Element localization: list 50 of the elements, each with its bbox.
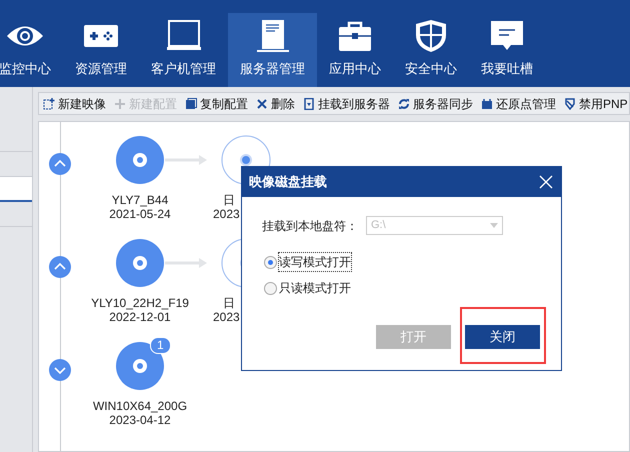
image-name: YLY10_22H2_F19: [91, 296, 189, 310]
drive-label: 挂载到本地盘符：: [262, 218, 359, 234]
chevron-up-icon[interactable]: [47, 151, 73, 177]
disc-icon[interactable]: [116, 136, 164, 184]
image-name: YLY7_B44: [112, 193, 168, 207]
close-icon[interactable]: [539, 175, 553, 189]
dialog-button[interactable]: 关闭: [465, 325, 540, 349]
image-name: 日: [223, 296, 235, 310]
arrow-icon: [165, 258, 209, 268]
toolbar-button[interactable]: 新建映像: [43, 94, 106, 112]
chevron-down-icon[interactable]: [47, 357, 73, 383]
nav-tab[interactable]: 安全中心: [393, 13, 469, 87]
image-date: 2023-04-12: [109, 413, 171, 427]
toolbar-button[interactable]: 挂载到服务器: [303, 94, 390, 112]
count-badge: 1: [150, 337, 171, 354]
image-date: 2023: [213, 207, 240, 221]
mount-icon: [303, 98, 315, 110]
toolbar-button[interactable]: 还原点管理: [481, 94, 556, 112]
delete-icon: [256, 98, 268, 110]
radio-button[interactable]: [264, 282, 277, 294]
toolbar-button[interactable]: 服务器同步: [398, 94, 473, 112]
caret-icon: [490, 223, 498, 228]
nav-tab[interactable]: 服务器管理: [228, 13, 317, 87]
arrow-icon: [165, 155, 209, 165]
plus-icon: [114, 98, 126, 110]
image-date: 2022-12-01: [109, 310, 171, 324]
restore-icon: [481, 98, 493, 110]
radio-option[interactable]: 只读模式打开: [264, 279, 561, 297]
nav-tab[interactable]: 客户机管理: [139, 13, 228, 87]
image-name: 日: [223, 193, 235, 207]
nav-tab[interactable]: 我要吐槽: [469, 13, 545, 87]
radio-button[interactable]: [264, 256, 277, 268]
image-date: 2023: [213, 310, 240, 324]
toolbar-button[interactable]: 删除: [256, 94, 295, 112]
copy-icon: [185, 98, 197, 110]
sidebar-item[interactable]: [0, 177, 32, 202]
image-name: WIN10X64_200G: [92, 399, 188, 413]
new-image-icon: [43, 98, 55, 110]
nav-tab[interactable]: 资源管理: [63, 13, 139, 87]
nav-tab[interactable]: 应用中心: [317, 13, 393, 87]
radio-option[interactable]: 读写模式打开: [264, 253, 561, 271]
toolbar-button[interactable]: 复制配置: [185, 94, 248, 112]
chevron-up-icon[interactable]: [47, 254, 73, 280]
disc-icon[interactable]: [116, 239, 164, 287]
dialog-title-bar: 映像磁盘挂载: [242, 167, 561, 197]
pnp-icon: [564, 98, 576, 110]
toolbar-button[interactable]: 禁用PNP: [564, 94, 628, 112]
image-date: 2021-05-24: [109, 207, 171, 221]
sync-icon: [398, 98, 410, 110]
disc-icon[interactable]: [116, 342, 164, 390]
